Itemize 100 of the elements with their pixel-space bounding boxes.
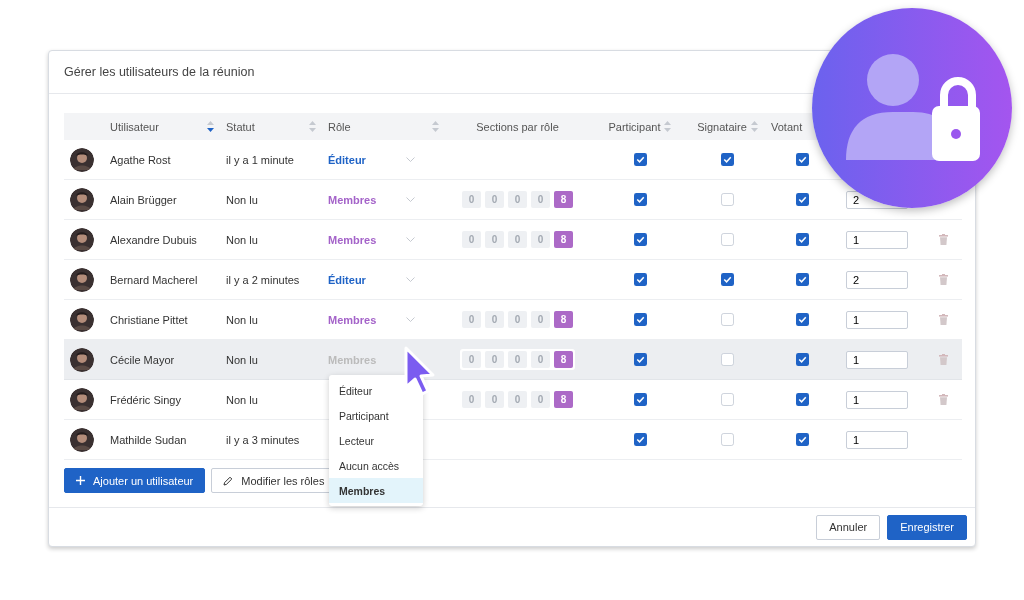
user-name: Mathilde Sudan: [110, 433, 187, 446]
checkbox[interactable]: [633, 273, 647, 286]
user-name: Frédéric Singy: [110, 393, 181, 406]
save-button[interactable]: Enregistrer: [887, 514, 967, 540]
section-count: 0: [508, 231, 527, 248]
checkbox[interactable]: [721, 353, 734, 366]
checkbox[interactable]: [721, 313, 734, 326]
checkbox[interactable]: [721, 393, 734, 406]
menu-item[interactable]: Participant: [329, 403, 423, 428]
section-count: 8: [554, 191, 573, 208]
column-header: Sections par rôle: [476, 120, 559, 133]
role-select[interactable]: Éditeur: [328, 153, 366, 166]
column-header: Statut: [226, 120, 255, 133]
column-header: Utilisateur: [110, 120, 159, 133]
menu-item[interactable]: Lecteur: [329, 428, 423, 453]
section-count: 0: [531, 191, 550, 208]
sort-icon[interactable]: [207, 121, 214, 132]
checkbox[interactable]: [796, 193, 809, 206]
section-count: 8: [554, 311, 573, 328]
trash-icon[interactable]: [939, 274, 948, 285]
column-header: Votant: [771, 120, 803, 133]
checkbox[interactable]: [633, 393, 647, 406]
chevron-down-icon[interactable]: [406, 277, 415, 282]
pencil-icon: [223, 475, 234, 486]
checkbox[interactable]: [633, 233, 647, 246]
column-header: Participant: [608, 120, 661, 133]
section-count: 0: [508, 191, 527, 208]
add-user-button[interactable]: Ajouter un utilisateur: [64, 468, 206, 493]
status-text: Non lu: [226, 353, 258, 366]
role-select[interactable]: Membres: [328, 313, 377, 326]
checkbox[interactable]: [796, 393, 809, 406]
checkbox[interactable]: [721, 433, 734, 446]
checkbox[interactable]: [721, 193, 734, 206]
user-name: Christiane Pittet: [110, 313, 188, 326]
cancel-button[interactable]: Annuler: [816, 514, 881, 540]
number-field[interactable]: 1: [846, 350, 908, 369]
checkbox[interactable]: [633, 433, 647, 446]
section-count: 0: [485, 311, 504, 328]
section-count: 0: [485, 391, 504, 408]
number-field[interactable]: 1: [846, 230, 908, 249]
column-header: Rôle: [328, 120, 351, 133]
checkbox[interactable]: [633, 153, 647, 166]
section-count: 0: [531, 231, 550, 248]
section-count: 0: [531, 351, 550, 368]
number-field[interactable]: 2: [846, 270, 908, 289]
section-count: 0: [485, 191, 504, 208]
status-text: Non lu: [226, 313, 258, 326]
checkbox[interactable]: [796, 233, 809, 246]
role-select[interactable]: Membres: [328, 193, 377, 206]
section-count: 0: [462, 351, 481, 368]
checkbox[interactable]: [796, 313, 809, 326]
dialog-title: Gérer les utilisateurs de la réunion: [64, 65, 255, 79]
checkbox[interactable]: [796, 433, 809, 446]
chevron-down-icon[interactable]: [406, 197, 415, 202]
plus-icon: [76, 476, 85, 485]
section-count: 8: [554, 351, 573, 368]
checkbox[interactable]: [796, 153, 809, 166]
status-text: il y a 3 minutes: [226, 433, 300, 446]
number-field[interactable]: 1: [846, 390, 908, 409]
checkbox[interactable]: [633, 353, 647, 366]
status-text: Non lu: [226, 193, 258, 206]
trash-icon[interactable]: [939, 314, 948, 325]
number-field[interactable]: 1: [846, 310, 908, 329]
section-count: 0: [531, 391, 550, 408]
checkbox[interactable]: [633, 193, 647, 206]
section-count: 0: [462, 311, 481, 328]
section-count: 0: [462, 191, 481, 208]
section-count: 8: [554, 391, 573, 408]
role-select[interactable]: Membres: [328, 233, 377, 246]
status-text: il y a 2 minutes: [226, 273, 300, 286]
chevron-down-icon[interactable]: [406, 237, 415, 242]
trash-icon[interactable]: [939, 394, 948, 405]
section-count: 0: [462, 391, 481, 408]
checkbox[interactable]: [796, 273, 809, 286]
checkbox[interactable]: [721, 153, 734, 166]
checkbox[interactable]: [796, 353, 809, 366]
number-field[interactable]: 1: [846, 430, 908, 449]
user-name: Alexandre Dubuis: [110, 233, 197, 246]
status-text: il y a 1 minute: [226, 153, 294, 166]
section-count: 0: [508, 311, 527, 328]
section-count: 0: [508, 351, 527, 368]
trash-icon[interactable]: [939, 234, 948, 245]
chevron-down-icon[interactable]: [406, 157, 415, 162]
user-name: Alain Brügger: [110, 193, 177, 206]
checkbox[interactable]: [721, 273, 734, 286]
user-lock-icon: [846, 54, 982, 162]
section-count: 0: [485, 231, 504, 248]
section-count: 0: [462, 231, 481, 248]
user-name: Bernard Macherel: [110, 273, 198, 286]
section-count: 8: [554, 231, 573, 248]
role-select[interactable]: Éditeur: [328, 273, 366, 286]
checkbox[interactable]: [721, 233, 734, 246]
column-header: Signataire: [697, 120, 747, 133]
user-name: Agathe Rost: [110, 153, 171, 166]
user-name: Cécile Mayor: [110, 353, 175, 366]
checkbox[interactable]: [633, 313, 647, 326]
trash-icon[interactable]: [939, 354, 948, 365]
section-count: 0: [508, 391, 527, 408]
menu-item[interactable]: Membres: [329, 478, 423, 503]
chevron-down-icon[interactable]: [406, 317, 415, 322]
